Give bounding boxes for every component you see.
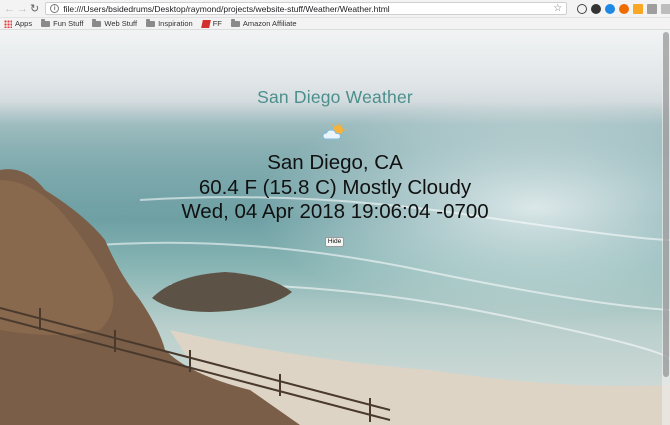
bookmark-label: Inspiration — [158, 19, 193, 28]
ff-icon — [200, 19, 211, 28]
bookmark-label: FF — [212, 19, 222, 28]
folder-icon — [41, 18, 51, 27]
extension-clock-icon[interactable] — [577, 3, 588, 14]
bookmark-label: Apps — [15, 19, 33, 28]
bookmark-ff[interactable]: FF — [200, 19, 222, 28]
bookmark-web-stuff[interactable]: Web Stuff — [92, 18, 138, 28]
extension-globe-icon[interactable] — [605, 3, 616, 14]
extension-envelope-icon[interactable] — [661, 3, 670, 14]
folder-icon — [230, 18, 240, 27]
extension-mail-icon[interactable] — [633, 3, 644, 14]
conditions-text: 60.4 F (15.8 C) Mostly Cloudy — [198, 176, 472, 199]
info-icon[interactable]: i — [50, 4, 60, 13]
apps-grid-icon — [4, 19, 12, 28]
reload-button[interactable]: ↻ — [30, 2, 39, 16]
back-button[interactable]: ← — [4, 2, 15, 16]
hide-button[interactable]: Hide — [325, 237, 344, 247]
partly-cloudy-icon — [322, 123, 347, 140]
folder-icon — [92, 18, 102, 27]
bookmark-label: Web Stuff — [104, 19, 138, 28]
address-bar[interactable]: i file:///Users/bsidedrums/Desktop/raymo… — [45, 2, 568, 15]
folder-icon — [146, 18, 156, 27]
bookmark-fun-stuff[interactable]: Fun Stuff — [41, 18, 84, 28]
extensions-bar — [573, 3, 670, 14]
bookmarks-bar: Apps Fun Stuff Web Stuff Inspiration FF … — [0, 18, 670, 30]
extension-doc-icon[interactable] — [647, 3, 658, 14]
bookmark-star-icon[interactable]: ☆ — [553, 3, 562, 14]
address-url[interactable]: file:///Users/bsidedrums/Desktop/raymond… — [63, 4, 553, 14]
location-text: San Diego, CA — [267, 151, 403, 174]
datetime-text: Wed, 04 Apr 2018 19:06:04 -0700 — [181, 200, 489, 223]
forward-button[interactable]: → — [17, 2, 28, 16]
bookmark-inspiration[interactable]: Inspiration — [146, 18, 193, 28]
page-viewport: San Diego Weather San Diego, CA 60.4 F (… — [0, 30, 670, 425]
bookmark-label: Amazon Affiliate — [242, 19, 297, 28]
bookmark-label: Fun Stuff — [53, 19, 84, 28]
page-title: San Diego Weather — [257, 87, 413, 107]
extension-orange-icon[interactable] — [619, 3, 630, 14]
bookmark-amazon-affiliate[interactable]: Amazon Affiliate — [230, 18, 297, 28]
extension-dark-icon[interactable] — [591, 3, 602, 14]
scrollbar-thumb[interactable] — [663, 32, 669, 377]
bookmark-apps[interactable]: Apps — [4, 19, 32, 28]
vertical-scrollbar[interactable] — [662, 30, 670, 425]
browser-toolbar: ← → ↻ i file:///Users/bsidedrums/Desktop… — [0, 0, 670, 18]
